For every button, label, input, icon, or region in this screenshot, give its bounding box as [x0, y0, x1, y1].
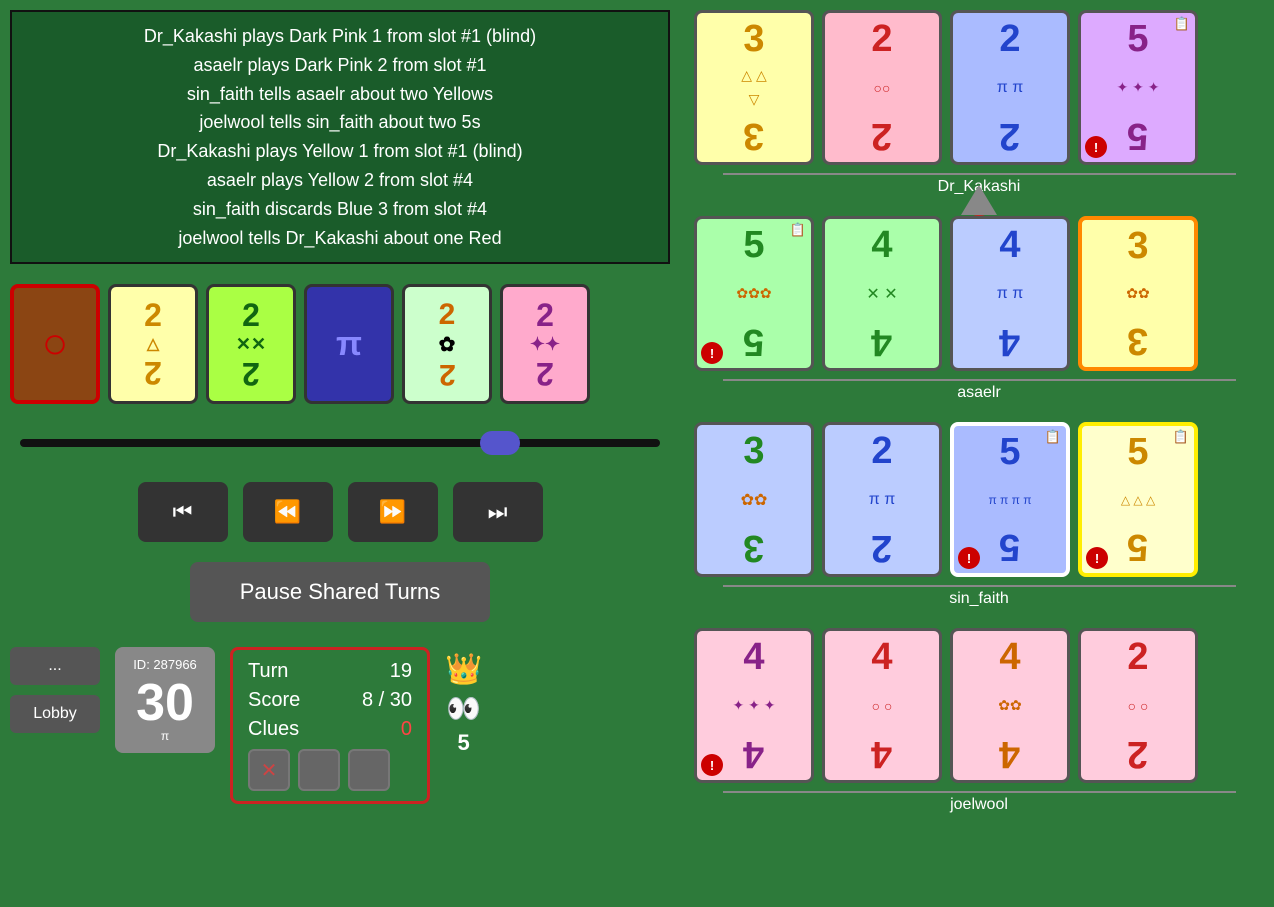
skip-back-button[interactable]: ⏮: [138, 482, 228, 542]
hand-card-4[interactable]: 2 ✿ 2: [402, 284, 492, 404]
asaelr-card-2[interactable]: 4 π π 4: [950, 216, 1070, 371]
log-line-7: sin_faith discards Blue 3 from slot #4: [22, 195, 658, 224]
sin-faith-section: 3 ✿✿ 3 2 π π 2 📋 5 π π π π 5 ! 📋 5: [684, 412, 1274, 613]
hand-card-5[interactable]: 2 ✦✦ 2: [500, 284, 590, 404]
crown-icon: 👑: [445, 652, 482, 687]
message-button[interactable]: ...: [10, 647, 100, 685]
asaelr-card-1[interactable]: 4 ✕ ✕ 4: [822, 216, 942, 371]
joelwool-card-2[interactable]: 4 ✿✿ 4: [950, 628, 1070, 783]
sin-faith-card-2[interactable]: 📋 5 π π π π 5 !: [950, 422, 1070, 577]
asaelr-row: 📋 5 ✿✿✿ 5 ! 4 ✕ ✕ 4 4 π π 4 3 ✿✿: [694, 211, 1264, 376]
eye-icon: 👀: [446, 692, 481, 725]
game-info: Turn 19 Score 8 / 30 Clues 0 ✕: [230, 647, 430, 804]
hand-card-1[interactable]: 2 △ 2: [108, 284, 198, 404]
warn-badge: !: [1086, 547, 1108, 569]
sin-faith-card-0[interactable]: 3 ✿✿ 3: [694, 422, 814, 577]
dr-kakashi-section: 3 △ △ ▽ 3 2 ○○ 2 2 π π 2 📋 5 ✦ ✦ ✦: [684, 0, 1274, 201]
rewind-button[interactable]: ⏪: [243, 482, 333, 542]
turn-row: Turn 19: [248, 660, 412, 683]
dr-kakashi-card-2[interactable]: 2 π π 2: [950, 10, 1070, 165]
joelwool-card-1[interactable]: 4 ○ ○ 4: [822, 628, 942, 783]
log-line-3: sin_faith tells asaelr about two Yellows: [22, 80, 658, 109]
timeline-thumb[interactable]: [480, 431, 520, 455]
warn-badge: !: [1085, 136, 1107, 158]
log-line-1: Dr_Kakashi plays Dark Pink 1 from slot #…: [22, 22, 658, 51]
player-hand: ○ 2 △ 2 2 ✕✕ 2 π 2 ✿ 2 2 ✦✦ 2: [0, 274, 680, 414]
hand-card-2[interactable]: 2 ✕✕ 2: [206, 284, 296, 404]
bottom-info: ... Lobby ID: 287966 30 π Turn 19 Score …: [0, 632, 680, 819]
joelwool-label: joelwool: [694, 796, 1264, 814]
turn-value: 19: [390, 660, 412, 683]
warn-badge: !: [958, 547, 980, 569]
side-number: 5: [458, 730, 470, 756]
turn-label: Turn: [248, 660, 288, 683]
score-label: Score: [248, 689, 300, 712]
hand-card-0[interactable]: ○: [10, 284, 100, 404]
log-line-8: joelwool tells Dr_Kakashi about one Red: [22, 224, 658, 253]
sin-faith-card-1[interactable]: 2 π π 2: [822, 422, 942, 577]
hand-card-3[interactable]: π: [304, 284, 394, 404]
asaelr-card-3[interactable]: 3 ✿✿ 3: [1078, 216, 1198, 371]
lobby-button[interactable]: Lobby: [10, 695, 100, 733]
clues-row: Clues 0: [248, 718, 412, 741]
lobby-area: ... Lobby: [10, 647, 100, 733]
token-1: ✕: [248, 749, 290, 791]
asaelr-divider: [723, 379, 1236, 381]
clues-value: 0: [401, 718, 412, 741]
timer-number: 30: [130, 677, 200, 729]
card-corner-icon: 📋: [1045, 429, 1061, 445]
right-panel: 3 △ △ ▽ 3 2 ○○ 2 2 π π 2 📋 5 ✦ ✦ ✦: [684, 0, 1274, 907]
log-line-5: Dr_Kakashi plays Yellow 1 from slot #1 (…: [22, 137, 658, 166]
timer-id: ID: 287966: [130, 657, 200, 672]
score-value: 8 / 30: [362, 689, 412, 712]
sin-faith-divider: [723, 585, 1236, 587]
asaelr-label: asaelr: [694, 384, 1264, 402]
left-panel: Dr_Kakashi plays Dark Pink 1 from slot #…: [0, 0, 680, 907]
warn-badge: !: [701, 754, 723, 776]
asaelr-card-0[interactable]: 📋 5 ✿✿✿ 5 !: [694, 216, 814, 371]
dr-kakashi-card-0[interactable]: 3 △ △ ▽ 3: [694, 10, 814, 165]
token-2: [298, 749, 340, 791]
card-corner-icon: 📋: [1173, 429, 1189, 445]
skip-forward-button[interactable]: ⏭: [453, 482, 543, 542]
fast-forward-button[interactable]: ⏩: [348, 482, 438, 542]
timeline-area: [0, 424, 680, 462]
log-line-2: asaelr plays Dark Pink 2 from slot #1: [22, 51, 658, 80]
dr-kakashi-card-1[interactable]: 2 ○○ 2: [822, 10, 942, 165]
pause-shared-turns-button[interactable]: Pause Shared Turns: [190, 562, 490, 622]
joelwool-divider: [723, 791, 1236, 793]
token-3: [348, 749, 390, 791]
card-corner-icon: 📋: [1174, 16, 1190, 32]
joelwool-card-3[interactable]: 2 ○ ○ 2: [1078, 628, 1198, 783]
playback-controls: ⏮ ⏪ ⏩ ⏭: [0, 482, 680, 542]
log-line-6: asaelr plays Yellow 2 from slot #4: [22, 166, 658, 195]
log-line-4: joelwool tells sin_faith about two 5s: [22, 108, 658, 137]
warn-badge: !: [701, 342, 723, 364]
joelwool-row: 4 ✦ ✦ ✦ 4 ! 4 ○ ○ 4 4 ✿✿ 4 2 ○ ○ 2: [694, 623, 1264, 788]
sin-faith-row: 3 ✿✿ 3 2 π π 2 📋 5 π π π π 5 ! 📋 5: [694, 417, 1264, 582]
dr-kakashi-divider: [723, 173, 1236, 175]
side-icons: 👑 👀 5: [445, 652, 482, 756]
asaelr-section: 📋 5 ✿✿✿ 5 ! 4 ✕ ✕ 4 4 π π 4 3 ✿✿: [684, 206, 1274, 407]
sin-faith-card-3[interactable]: 📋 5 △ △ △ 5 !: [1078, 422, 1198, 577]
dr-kakashi-row: 3 △ △ ▽ 3 2 ○○ 2 2 π π 2 📋 5 ✦ ✦ ✦: [694, 5, 1264, 170]
joelwool-section: 4 ✦ ✦ ✦ 4 ! 4 ○ ○ 4 4 ✿✿ 4 2 ○ ○ 2: [684, 618, 1274, 819]
clues-label: Clues: [248, 718, 299, 741]
score-row: Score 8 / 30: [248, 689, 412, 712]
arrow-up-icon: [961, 185, 997, 215]
timeline-track[interactable]: [20, 439, 660, 447]
card-corner-icon: 📋: [790, 222, 806, 238]
game-log: Dr_Kakashi plays Dark Pink 1 from slot #…: [10, 10, 670, 264]
player-timer: ID: 287966 30 π: [115, 647, 215, 753]
sin-faith-label: sin_faith: [694, 590, 1264, 608]
joelwool-card-0[interactable]: 4 ✦ ✦ ✦ 4 !: [694, 628, 814, 783]
life-tokens: ✕: [248, 749, 412, 791]
dr-kakashi-card-3[interactable]: 📋 5 ✦ ✦ ✦ 5 !: [1078, 10, 1198, 165]
